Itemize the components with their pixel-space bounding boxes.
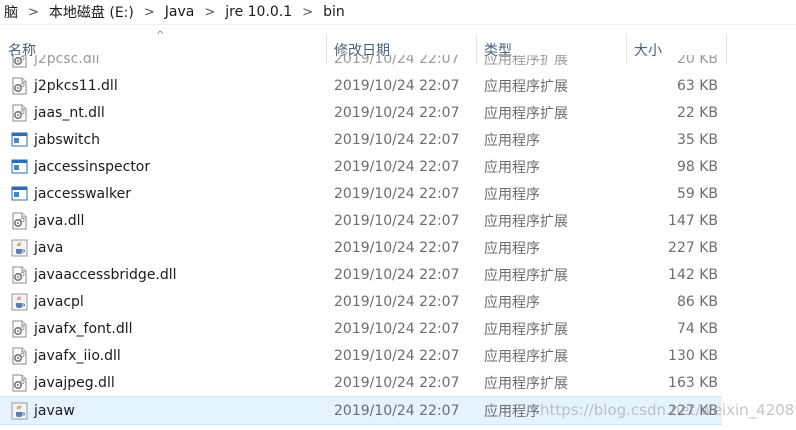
dll-gear-icon	[11, 374, 28, 392]
java-cup-icon	[11, 239, 28, 257]
file-type: 应用程序扩展	[484, 321, 568, 338]
file-size: 227 KB	[668, 239, 718, 256]
file-name: javajpeg.dll	[34, 374, 115, 391]
file-name: jaccesswalker	[34, 185, 131, 202]
dll-gear-icon	[11, 55, 28, 68]
file-size: 63 KB	[676, 77, 718, 94]
breadcrumb-separator-icon[interactable]: >	[296, 5, 319, 20]
file-row[interactable]: jaccessinspector 2019/10/24 22:07 应用程序 98 K…	[0, 153, 722, 180]
file-size: 35 KB	[676, 131, 718, 148]
exe-window-icon	[11, 185, 28, 203]
file-size: 86 KB	[676, 293, 718, 310]
file-date-modified: 2019/10/24 22:07	[334, 131, 460, 148]
file-name: java.dll	[34, 212, 85, 229]
file-date-modified: 2019/10/24 22:07	[334, 77, 460, 94]
dll-gear-icon	[11, 320, 28, 338]
sort-ascending-icon: ^	[156, 30, 165, 41]
file-row[interactable]: javaw 2019/10/24 22:07 应用程序 227 KB	[0, 396, 722, 425]
file-date-modified: 2019/10/24 22:07	[334, 104, 460, 121]
file-date-modified: 2019/10/24 22:07	[334, 402, 460, 419]
dll-gear-icon	[11, 212, 28, 230]
breadcrumb: 脑 > 本地磁盘 (E:) > Java > jre 10.0.1 > bin	[0, 0, 796, 25]
file-size: 74 KB	[676, 320, 718, 337]
file-size: 59 KB	[676, 185, 718, 202]
file-date-modified: 2019/10/24 22:07	[334, 185, 460, 202]
file-type: 应用程序扩展	[484, 213, 568, 230]
breadcrumb-item[interactable]: 本地磁盘 (E:)	[45, 2, 138, 22]
breadcrumb-item[interactable]: jre 10.0.1	[221, 4, 296, 20]
dll-gear-icon	[11, 347, 28, 365]
file-date-modified: 2019/10/24 22:07	[334, 374, 460, 391]
file-size: 147 KB	[668, 212, 718, 229]
file-type: 应用程序扩展	[484, 105, 568, 122]
file-row[interactable]: javacpl 2019/10/24 22:07 应用程序 86 KB	[0, 288, 722, 315]
file-row[interactable]: javajpeg.dll 2019/10/24 22:07 应用程序扩展 163 KB	[0, 369, 722, 396]
file-size: 163 KB	[668, 374, 718, 391]
file-size: 98 KB	[676, 158, 718, 175]
dll-gear-icon	[11, 266, 28, 284]
exe-window-icon	[11, 131, 28, 149]
file-date-modified: 2019/10/24 22:07	[334, 212, 460, 229]
file-name: j2pcsc.dll	[34, 55, 100, 67]
file-type: 应用程序	[484, 132, 540, 149]
file-type: 应用程序	[484, 403, 540, 420]
file-type: 应用程序扩展	[484, 375, 568, 392]
file-name: jabswitch	[34, 131, 101, 148]
file-type: 应用程序	[484, 294, 540, 311]
file-name: javaw	[34, 402, 75, 419]
file-row[interactable]: javafx_font.dll 2019/10/24 22:07 应用程序扩展 74 …	[0, 315, 722, 342]
file-row[interactable]: jabswitch 2019/10/24 22:07 应用程序 35 KB	[0, 126, 722, 153]
file-date-modified: 2019/10/24 22:07	[334, 55, 460, 67]
file-type: 应用程序扩展	[484, 348, 568, 365]
file-type: 应用程序	[484, 186, 540, 203]
file-type: 应用程序扩展	[484, 78, 568, 95]
java-cup-icon	[11, 402, 28, 420]
file-date-modified: 2019/10/24 22:07	[334, 347, 460, 364]
file-name: javafx_iio.dll	[34, 347, 121, 364]
breadcrumb-item[interactable]: 脑	[0, 2, 22, 22]
file-row[interactable]: jaas_nt.dll 2019/10/24 22:07 应用程序扩展 22 KB	[0, 99, 722, 126]
file-list: j2pcsc.dll 2019/10/24 22:07 应用程序扩展 20 KB j2p…	[0, 55, 796, 430]
file-date-modified: 2019/10/24 22:07	[334, 293, 460, 310]
dll-gear-icon	[11, 77, 28, 95]
file-row[interactable]: javafx_iio.dll 2019/10/24 22:07 应用程序扩展 130 …	[0, 342, 722, 369]
file-row[interactable]: jaccesswalker 2019/10/24 22:07 应用程序 59 KB	[0, 180, 722, 207]
file-date-modified: 2019/10/24 22:07	[334, 158, 460, 175]
file-name: java	[34, 239, 64, 256]
file-size: 142 KB	[668, 266, 718, 283]
breadcrumb-item[interactable]: Java	[161, 4, 199, 20]
file-size: 227 KB	[668, 402, 718, 419]
breadcrumb-separator-icon[interactable]: >	[138, 5, 161, 20]
file-date-modified: 2019/10/24 22:07	[334, 239, 460, 256]
file-size: 22 KB	[676, 104, 718, 121]
file-name: j2pkcs11.dll	[34, 77, 118, 94]
file-date-modified: 2019/10/24 22:07	[334, 320, 460, 337]
file-name: javacpl	[34, 293, 84, 310]
file-type: 应用程序	[484, 240, 540, 257]
file-date-modified: 2019/10/24 22:07	[334, 266, 460, 283]
file-name: javafx_font.dll	[34, 320, 133, 337]
breadcrumb-item[interactable]: bin	[319, 4, 349, 20]
exe-window-icon	[11, 158, 28, 176]
file-row[interactable]: j2pcsc.dll 2019/10/24 22:07 应用程序扩展 20 KB	[0, 55, 722, 72]
file-name: javaaccessbridge.dll	[34, 266, 177, 283]
file-name: jaccessinspector	[34, 158, 151, 175]
dll-gear-icon	[11, 104, 28, 122]
file-row[interactable]: java 2019/10/24 22:07 应用程序 227 KB	[0, 234, 722, 261]
java-cup-icon	[11, 293, 28, 311]
breadcrumb-separator-icon[interactable]: >	[22, 5, 45, 20]
file-type: 应用程序	[484, 159, 540, 176]
file-row[interactable]: javaaccessbridge.dll 2019/10/24 22:07 应用程序…	[0, 261, 722, 288]
file-type: 应用程序扩展	[484, 55, 568, 68]
file-row[interactable]: j2pkcs11.dll 2019/10/24 22:07 应用程序扩展 63 KB	[0, 72, 722, 99]
breadcrumb-separator-icon[interactable]: >	[198, 5, 221, 20]
file-name: jaas_nt.dll	[34, 104, 105, 121]
file-size: 20 KB	[676, 55, 718, 67]
file-type: 应用程序扩展	[484, 267, 568, 284]
file-size: 130 KB	[668, 347, 718, 364]
file-row[interactable]: java.dll 2019/10/24 22:07 应用程序扩展 147 KB	[0, 207, 722, 234]
